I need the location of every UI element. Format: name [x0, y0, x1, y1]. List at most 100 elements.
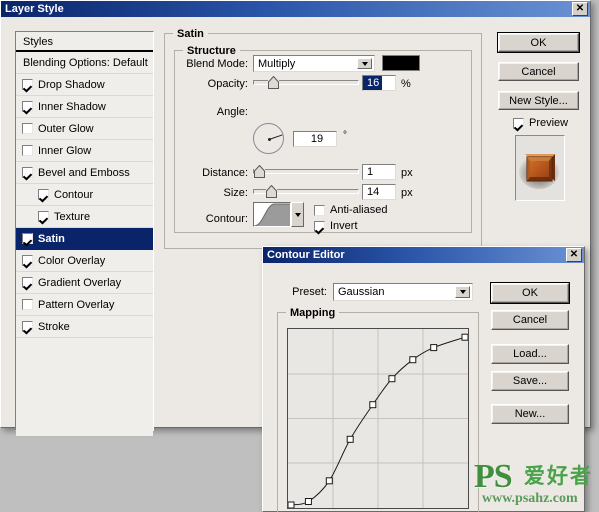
checkbox-contour[interactable] [38, 189, 49, 200]
style-preview-thumbnail [519, 154, 559, 189]
opacity-slider-thumb[interactable] [268, 76, 279, 89]
distance-label: Distance: [202, 167, 248, 179]
screen: Layer Style ✕ Styles Blending Options: D… [0, 0, 599, 512]
size-slider[interactable] [253, 185, 359, 199]
sidebar-item-label: Outer Glow [38, 122, 94, 135]
distance-slider-track[interactable] [253, 169, 359, 174]
contour-preview-swatch[interactable] [253, 202, 291, 227]
opacity-slider[interactable] [253, 76, 359, 90]
sidebar-item-color-overlay[interactable]: Color Overlay [16, 250, 153, 272]
distance-input[interactable]: 1 [362, 164, 396, 180]
checkbox-stroke[interactable] [22, 321, 33, 332]
cancel-button[interactable]: Cancel [498, 62, 579, 81]
curve-point-handle[interactable] [369, 401, 377, 409]
sidebar-item-label: Contour [54, 188, 94, 201]
size-slider-thumb[interactable] [266, 185, 277, 198]
blend-mode-select[interactable]: Multiply [253, 55, 375, 72]
size-unit: px [401, 187, 413, 199]
size-label: Size: [223, 187, 248, 199]
angle-input[interactable]: 19 [293, 131, 337, 147]
satin-group-label: Satin [173, 28, 208, 40]
ok-button[interactable]: OK [490, 282, 570, 304]
sidebar-item-label: Pattern Overlay [38, 298, 115, 311]
size-input[interactable]: 14 [362, 184, 396, 200]
curve-point-handle[interactable] [325, 477, 333, 485]
sidebar-item-label: Blending Options: Default [23, 56, 148, 69]
checkbox-preview[interactable] [513, 117, 524, 129]
styles-panel-filler [16, 338, 153, 436]
sidebar-item-label: Inner Shadow [38, 100, 106, 113]
checkbox-anti-aliased[interactable] [314, 204, 325, 216]
sidebar-item-satin[interactable]: Satin [16, 228, 153, 250]
sidebar-item-drop-shadow[interactable]: Drop Shadow [16, 74, 153, 96]
blend-mode-value: Multiply [258, 57, 296, 70]
invert-checkbox-row[interactable]: Invert [314, 220, 358, 232]
mapping-curve[interactable] [288, 329, 468, 508]
checkbox-color-overlay[interactable] [22, 255, 33, 266]
preset-select[interactable]: Gaussian [333, 283, 473, 301]
curve-point-handle[interactable] [346, 435, 354, 443]
checkbox-inner-glow[interactable] [22, 145, 33, 156]
contour-editor-dialog: Contour Editor ✕ Preset: Gaussian Mappin… [262, 246, 585, 512]
checkbox-satin[interactable] [22, 233, 33, 244]
mapping-group-label: Mapping [286, 307, 340, 319]
sidebar-item-bevel-and-emboss[interactable]: Bevel and Emboss [16, 162, 153, 184]
curve-point-handle[interactable] [430, 344, 438, 352]
checkbox-pattern-overlay[interactable] [22, 299, 33, 310]
curve-point-handle[interactable] [288, 501, 295, 508]
new-style-button[interactable]: New Style... [498, 91, 579, 110]
sidebar-item-inner-glow[interactable]: Inner Glow [16, 140, 153, 162]
contour-editor-body: Preset: Gaussian Mapping OK Cancel Load.… [263, 263, 584, 512]
cancel-button[interactable]: Cancel [491, 310, 569, 330]
sidebar-item-gradient-overlay[interactable]: Gradient Overlay [16, 272, 153, 294]
preset-label: Preset: [292, 286, 327, 298]
sidebar-item-inner-shadow[interactable]: Inner Shadow [16, 96, 153, 118]
preview-checkbox-row[interactable]: Preview [513, 117, 568, 129]
angle-unit: ° [343, 130, 347, 141]
anti-aliased-checkbox-row[interactable]: Anti-aliased [314, 204, 387, 216]
ok-button[interactable]: OK [497, 32, 580, 53]
contour-dropdown-button[interactable] [291, 202, 304, 227]
angle-dial[interactable] [253, 123, 284, 154]
blend-color-swatch[interactable] [382, 55, 420, 71]
angle-value: 19 [310, 133, 324, 145]
checkbox-drop-shadow[interactable] [22, 79, 33, 90]
sidebar-item-stroke[interactable]: Stroke [16, 316, 153, 338]
sidebar-item-texture[interactable]: Texture [16, 206, 153, 228]
angle-dial-hub [267, 137, 271, 141]
distance-slider-thumb[interactable] [254, 165, 265, 178]
distance-slider[interactable] [253, 165, 359, 179]
close-icon[interactable]: ✕ [566, 248, 582, 262]
curve-point-handle[interactable] [388, 375, 396, 383]
save-button[interactable]: Save... [491, 371, 569, 391]
checkbox-invert[interactable] [314, 220, 325, 232]
distance-unit: px [401, 167, 413, 179]
checkbox-bevel-and-emboss[interactable] [22, 167, 33, 178]
sidebar-item-label: Texture [54, 210, 91, 223]
checkbox-texture[interactable] [38, 211, 49, 222]
chevron-down-icon[interactable] [455, 286, 470, 298]
opacity-input[interactable]: 16 [362, 75, 396, 91]
sidebar-item-label: Drop Shadow [38, 78, 105, 91]
layer-style-titlebar: Layer Style ✕ [1, 1, 590, 17]
mapping-curve-graph[interactable] [287, 328, 469, 509]
distance-value: 1 [367, 166, 374, 178]
checkbox-outer-glow[interactable] [22, 123, 33, 134]
curve-point-handle[interactable] [461, 333, 468, 341]
sidebar-item-outer-glow[interactable]: Outer Glow [16, 118, 153, 140]
chevron-down-icon[interactable] [357, 58, 372, 69]
structure-group-label: Structure [183, 45, 240, 57]
new-button[interactable]: New... [491, 404, 569, 424]
curve-point-handle[interactable] [304, 498, 312, 505]
close-icon[interactable]: ✕ [572, 2, 588, 16]
load-button[interactable]: Load... [491, 344, 569, 364]
sidebar-item-blending-options[interactable]: Blending Options: Default [16, 52, 153, 74]
checkbox-gradient-overlay[interactable] [22, 277, 33, 288]
chevron-down-icon [294, 212, 301, 217]
contour-editor-titlebar: Contour Editor ✕ [263, 247, 584, 263]
sidebar-item-pattern-overlay[interactable]: Pattern Overlay [16, 294, 153, 316]
checkbox-inner-shadow[interactable] [22, 101, 33, 112]
sidebar-item-contour[interactable]: Contour [16, 184, 153, 206]
curve-point-handle[interactable] [409, 356, 417, 364]
preset-value: Gaussian [338, 286, 385, 298]
